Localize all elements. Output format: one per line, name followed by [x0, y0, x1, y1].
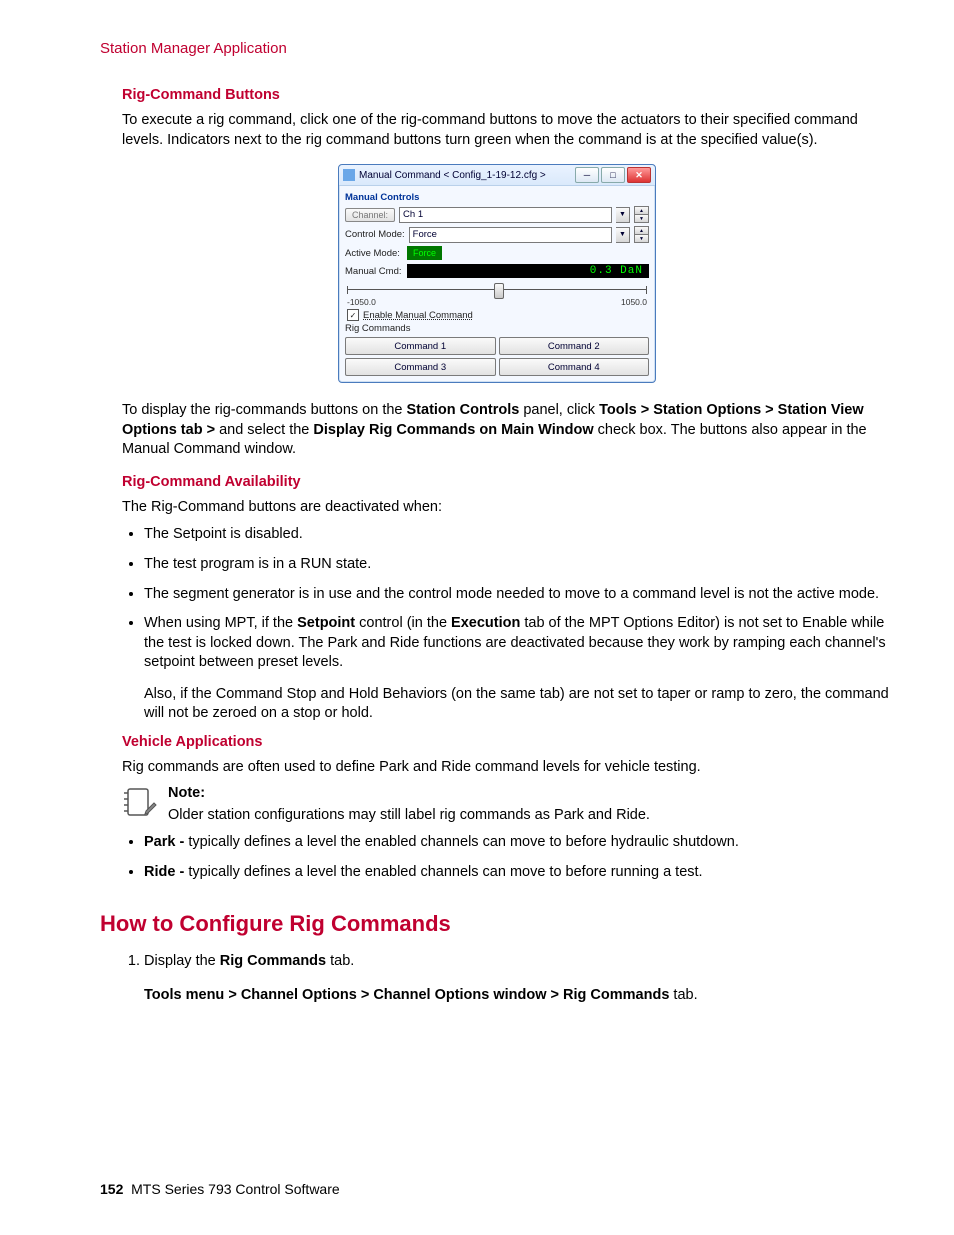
heading-rig-command-buttons: Rig-Command Buttons	[122, 87, 894, 103]
control-mode-select[interactable]: Force	[409, 227, 612, 243]
control-mode-spinner[interactable]: ▲▼	[634, 226, 649, 243]
active-mode-value: Force	[407, 246, 442, 260]
list-item: Park - typically defines a level the ena…	[144, 833, 894, 853]
control-mode-label: Control Mode:	[345, 229, 405, 240]
window-titlebar[interactable]: Manual Command < Config_1-19-12.cfg > ─ …	[339, 165, 655, 186]
note-body: Older station configurations may still l…	[168, 807, 650, 823]
slider-thumb-icon[interactable]	[494, 283, 504, 299]
app-icon	[343, 169, 355, 181]
command-3-button[interactable]: Command 3	[345, 358, 496, 376]
enable-manual-command-checkbox[interactable]: ✓	[347, 309, 359, 321]
manual-cmd-slider[interactable]: -1050.0 1050.0	[345, 281, 649, 307]
howto-steps: Display the Rig Commands tab. Tools menu…	[122, 951, 894, 1006]
availability-list: The Setpoint is disabled. The test progr…	[122, 525, 894, 724]
list-item-sub: Also, if the Command Stop and Hold Behav…	[144, 685, 894, 724]
heading-how-to-configure: How to Configure Rig Commands	[100, 911, 894, 937]
list-item: Ride - typically defines a level the ena…	[144, 863, 894, 883]
page: Station Manager Application Rig-Command …	[0, 0, 954, 1235]
maximize-button[interactable]: □	[601, 167, 625, 183]
page-footer: 152 MTS Series 793 Control Software	[100, 1181, 340, 1197]
step-1: Display the Rig Commands tab. Tools menu…	[144, 951, 894, 1006]
chevron-down-icon[interactable]: ▼	[616, 207, 630, 223]
channel-select[interactable]: Ch 1	[399, 207, 612, 223]
note-label: Note:	[168, 785, 650, 801]
para-rig-command-buttons-2: To display the rig-commands buttons on t…	[122, 401, 894, 460]
list-item: The segment generator is in use and the …	[144, 585, 894, 605]
channel-spinner[interactable]: ▲▼	[634, 206, 649, 223]
minimize-button[interactable]: ─	[575, 167, 599, 183]
vehicle-list: Park - typically defines a level the ena…	[122, 833, 894, 882]
command-1-button[interactable]: Command 1	[345, 337, 496, 355]
para-availability-intro: The Rig-Command buttons are deactivated …	[122, 498, 894, 518]
command-4-button[interactable]: Command 4	[499, 358, 650, 376]
para-vehicle-intro: Rig commands are often used to define Pa…	[122, 758, 894, 778]
command-2-button[interactable]: Command 2	[499, 337, 650, 355]
running-header: Station Manager Application	[100, 40, 894, 57]
enable-manual-command-label: Enable Manual Command	[363, 310, 473, 321]
para-rig-command-buttons-1: To execute a rig command, click one of t…	[122, 111, 894, 150]
close-button[interactable]: ✕	[627, 167, 651, 183]
manual-cmd-readout: 0.3 DaN	[407, 264, 649, 278]
list-item: When using MPT, if the Setpoint control …	[144, 614, 894, 724]
group-manual-controls: Manual Controls	[345, 192, 649, 203]
chevron-down-icon[interactable]: ▼	[616, 227, 630, 243]
window-title: Manual Command < Config_1-19-12.cfg >	[359, 170, 575, 181]
screenshot-manual-command-window: Manual Command < Config_1-19-12.cfg > ─ …	[338, 164, 656, 383]
channel-button[interactable]: Channel:	[345, 208, 395, 222]
group-rig-commands: Rig Commands	[345, 323, 649, 334]
heading-vehicle-applications: Vehicle Applications	[122, 734, 894, 750]
footer-title: MTS Series 793 Control Software	[131, 1181, 340, 1197]
heading-rig-command-availability: Rig-Command Availability	[122, 474, 894, 490]
manual-cmd-label: Manual Cmd:	[345, 266, 403, 277]
note-icon	[122, 785, 158, 821]
list-item: The Setpoint is disabled.	[144, 525, 894, 545]
active-mode-label: Active Mode:	[345, 248, 403, 259]
note-block: Note: Older station configurations may s…	[122, 785, 894, 823]
list-item: The test program is in a RUN state.	[144, 555, 894, 575]
page-number: 152	[100, 1181, 123, 1197]
